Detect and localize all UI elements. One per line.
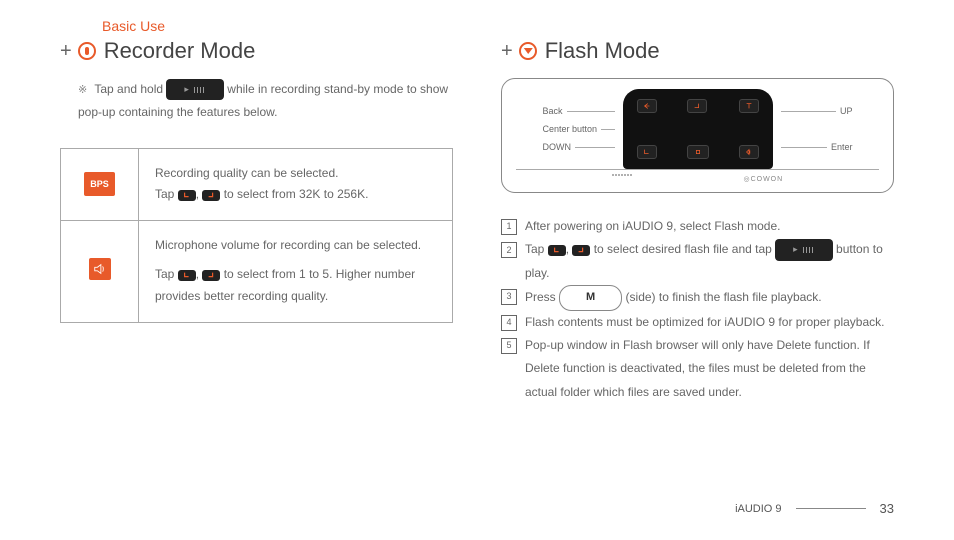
breadcrumb: Basic Use (102, 18, 894, 34)
note-mark-icon: ※ (78, 84, 87, 96)
play-hold-button-icon (166, 79, 224, 100)
recorder-table: BPS Recording quality can be selected. T… (60, 148, 453, 323)
up-right-key-icon (202, 190, 220, 201)
manual-page: Basic Use + Recorder Mode ※ Tap and hold… (0, 0, 954, 414)
device-strip: ◎COWON (516, 169, 879, 184)
vol-line2: Tap , to select from 1 to 5. Higher numb… (155, 264, 436, 307)
speaker-dots-icon (612, 174, 632, 184)
page-number: 33 (880, 501, 894, 516)
step-2: Tap , to select desired flash file and t… (501, 238, 894, 285)
play-button-icon (775, 239, 833, 261)
brand-label: ◎COWON (743, 175, 783, 183)
flash-icon (519, 42, 537, 60)
device-icon (623, 89, 773, 169)
vol-cell (61, 220, 139, 322)
bps-line1: Recording quality can be selected. (155, 163, 436, 185)
intro-text-pre: Tap and hold (94, 82, 166, 96)
down-left-key-icon (178, 270, 196, 281)
up-right-key-icon (572, 245, 590, 256)
device-center-key-icon (687, 145, 709, 159)
label-down: DOWN (543, 142, 572, 152)
recorder-heading: + Recorder Mode (60, 38, 453, 64)
plus-icon: + (60, 40, 72, 63)
right-labels: UP x Enter (781, 106, 853, 152)
device-back-key-icon (637, 99, 657, 113)
label-up: UP (840, 106, 853, 116)
step-1: After powering on iAUDIO 9, select Flash… (501, 215, 894, 238)
m-button-icon: M (559, 285, 622, 310)
plus-icon: + (501, 40, 513, 63)
vol-line1: Microphone volume for recording can be s… (155, 235, 436, 257)
step-4: Flash contents must be optimized for iAU… (501, 311, 894, 334)
product-name: iAUDIO 9 (735, 503, 781, 515)
device-down-key-icon (637, 145, 657, 159)
recorder-section: + Recorder Mode ※ Tap and hold while in … (60, 38, 453, 404)
controls-diagram: Back Center button DOWN UP x (501, 78, 894, 193)
footer-rule (796, 508, 866, 509)
table-row: Microphone volume for recording can be s… (61, 220, 453, 322)
up-right-key-icon (202, 270, 220, 281)
bps-line2: Tap , to select from 32K to 256K. (155, 184, 436, 206)
flash-section: + Flash Mode Back Center button DOWN (501, 38, 894, 404)
flash-heading: + Flash Mode (501, 38, 894, 64)
vol-desc: Microphone volume for recording can be s… (139, 220, 453, 322)
step-3: Press M (side) to finish the flash file … (501, 285, 894, 310)
label-back: Back (543, 106, 563, 116)
left-labels: Back Center button DOWN (543, 106, 615, 152)
flash-title: Flash Mode (545, 38, 660, 64)
bps-cell: BPS (61, 148, 139, 220)
label-center: Center button (543, 124, 598, 134)
bps-badge-icon: BPS (84, 172, 115, 196)
mic-icon (78, 42, 96, 60)
recorder-title: Recorder Mode (104, 38, 256, 64)
speaker-badge-icon (89, 258, 111, 280)
device-enter-key-icon (739, 145, 759, 159)
table-row: BPS Recording quality can be selected. T… (61, 148, 453, 220)
flash-steps: After powering on iAUDIO 9, select Flash… (501, 215, 894, 404)
recorder-intro: ※ Tap and hold while in recording stand-… (78, 78, 453, 124)
down-left-key-icon (178, 190, 196, 201)
down-left-key-icon (548, 245, 566, 256)
device-up-key-icon (687, 99, 707, 113)
label-enter: Enter (831, 142, 853, 152)
bps-desc: Recording quality can be selected. Tap ,… (139, 148, 453, 220)
device-up2-key-icon (739, 99, 759, 113)
step-5: Pop-up window in Flash browser will only… (501, 334, 894, 404)
page-footer: iAUDIO 9 33 (735, 501, 894, 516)
